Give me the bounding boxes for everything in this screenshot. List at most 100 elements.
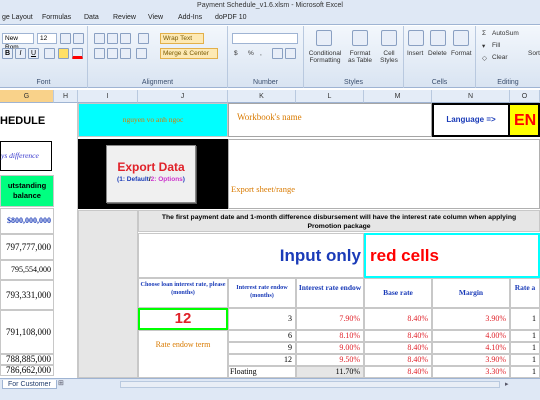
endow-rate-cell[interactable]: 7.90% xyxy=(296,308,364,330)
clear-icon[interactable]: ◇ xyxy=(482,54,487,62)
margin-cell[interactable]: 4.10% xyxy=(432,342,510,354)
column-header-n[interactable]: N xyxy=(432,90,510,103)
format-table-button[interactable]: Format as Table xyxy=(346,50,374,64)
fill-icon[interactable]: ▾ xyxy=(482,42,485,50)
format-button[interactable]: Format xyxy=(451,50,472,57)
font-name-select[interactable]: New Rom xyxy=(2,33,34,51)
rate-cell[interactable]: 1 xyxy=(510,330,540,342)
new-sheet-icon[interactable]: ⊞ xyxy=(58,379,64,387)
bold-icon[interactable]: B xyxy=(2,48,13,59)
margin-cell[interactable]: 3.90% xyxy=(432,308,510,330)
column-header-g[interactable]: G xyxy=(0,90,54,103)
tab-view[interactable]: View xyxy=(148,14,163,21)
format-table-icon[interactable] xyxy=(352,30,368,46)
delete-icon[interactable] xyxy=(430,30,446,46)
margin-cell[interactable]: 4.00% xyxy=(432,330,510,342)
align-right-icon[interactable] xyxy=(120,48,131,59)
balance-cell[interactable]: 793,331,000 xyxy=(0,280,54,310)
align-left-icon[interactable] xyxy=(94,48,105,59)
rate-cell[interactable]: 1 xyxy=(510,354,540,366)
tab-addins[interactable]: Add-Ins xyxy=(178,14,202,21)
worksheet[interactable]: HEDULE ys difference utstanding balance … xyxy=(0,103,540,378)
column-header-h[interactable]: H xyxy=(54,90,78,103)
align-top-icon[interactable] xyxy=(94,33,105,44)
tab-data[interactable]: Data xyxy=(84,14,99,21)
endow-months-cell[interactable]: 3 xyxy=(228,308,296,330)
export-data-button[interactable]: Export Data (1: Default/2: Options) xyxy=(106,145,196,203)
align-bottom-icon[interactable] xyxy=(120,33,131,44)
percent-button[interactable]: % xyxy=(248,50,254,57)
base-rate-cell[interactable]: 8.40% xyxy=(364,330,432,342)
fill-color-icon[interactable] xyxy=(58,48,69,59)
underline-icon[interactable]: U xyxy=(28,48,39,59)
tab-formulas[interactable]: Formulas xyxy=(42,14,71,21)
column-header-l[interactable]: L xyxy=(296,90,364,103)
number-format-select[interactable] xyxy=(232,33,298,44)
rate-cell[interactable]: 1 xyxy=(510,308,540,330)
cell-styles-button[interactable]: Cell Styles xyxy=(378,50,400,64)
sigma-icon[interactable]: Σ xyxy=(482,30,486,37)
comma-button[interactable]: , xyxy=(260,50,262,57)
align-center-icon[interactable] xyxy=(107,48,118,59)
shrink-font-icon[interactable] xyxy=(73,33,84,44)
endow-rate-cell[interactable]: 9.00% xyxy=(296,342,364,354)
column-header-o[interactable]: O xyxy=(510,90,540,103)
font-size-select[interactable]: 12 xyxy=(37,33,57,44)
align-middle-icon[interactable] xyxy=(107,33,118,44)
endow-months-cell[interactable]: 12 xyxy=(228,354,296,366)
font-color-icon[interactable] xyxy=(72,48,83,59)
insert-button[interactable]: Insert xyxy=(407,50,423,57)
choose-term-input[interactable]: 12 xyxy=(138,308,228,330)
balance-cell[interactable]: 795,554,000 xyxy=(0,260,54,280)
fill-button[interactable]: Fill xyxy=(492,42,500,49)
balance-cell[interactable]: 786,662,000 xyxy=(0,365,54,376)
base-rate-cell[interactable]: 8.40% xyxy=(364,354,432,366)
conditional-formatting-button[interactable]: Conditional Formatting xyxy=(306,50,344,64)
grow-font-icon[interactable] xyxy=(60,33,71,44)
base-rate-cell[interactable]: 8.40% xyxy=(364,308,432,330)
sheet-tab-for-customer[interactable]: For Customer xyxy=(2,380,57,389)
horizontal-scrollbar[interactable] xyxy=(120,381,500,388)
format-icon[interactable] xyxy=(453,30,469,46)
endow-months-cell[interactable]: 6 xyxy=(228,330,296,342)
tab-page-layout[interactable]: ge Layout xyxy=(2,14,33,21)
author-name-cell[interactable]: nguyen vo anh ngoc xyxy=(78,103,228,137)
column-header-k[interactable]: K xyxy=(228,90,296,103)
decrease-decimal-icon[interactable] xyxy=(285,48,296,59)
margin-cell[interactable]: 3.30% xyxy=(432,366,510,378)
language-value[interactable]: EN xyxy=(510,103,540,137)
tab-dopdf[interactable]: doPDF 10 xyxy=(215,14,247,21)
scroll-right-icon[interactable]: ▸ xyxy=(505,380,509,388)
margin-cell[interactable]: 3.90% xyxy=(432,354,510,366)
balance-cell[interactable]: 791,108,000 xyxy=(0,310,54,354)
autosum-button[interactable]: AutoSum xyxy=(492,30,519,37)
column-header-m[interactable]: M xyxy=(364,90,432,103)
balance-cell[interactable]: 797,777,000 xyxy=(0,234,54,260)
base-rate-cell[interactable]: 8.40% xyxy=(364,342,432,354)
endow-months-cell[interactable]: Floating xyxy=(228,366,296,378)
balance-cell[interactable]: 788,885,000 xyxy=(0,354,54,365)
orientation-icon[interactable] xyxy=(138,33,149,44)
endow-rate-cell[interactable]: 11.70% xyxy=(296,366,364,378)
sort-button[interactable]: Sort xyxy=(528,50,540,57)
clear-button[interactable]: Clear xyxy=(492,54,508,61)
endow-rate-cell[interactable]: 8.10% xyxy=(296,330,364,342)
increase-decimal-icon[interactable] xyxy=(272,48,283,59)
italic-icon[interactable]: I xyxy=(15,48,26,59)
insert-icon[interactable] xyxy=(408,30,424,46)
merge-center-button[interactable]: Merge & Center xyxy=(160,48,218,59)
endow-months-cell[interactable]: 9 xyxy=(228,342,296,354)
decrease-indent-icon[interactable] xyxy=(136,48,147,59)
conditional-formatting-icon[interactable] xyxy=(316,30,332,46)
column-header-i[interactable]: I xyxy=(78,90,138,103)
endow-rate-cell[interactable]: 9.50% xyxy=(296,354,364,366)
wrap-text-button[interactable]: Wrap Text xyxy=(160,33,204,44)
rate-cell[interactable]: 1 xyxy=(510,342,540,354)
currency-button[interactable]: $ xyxy=(234,50,238,57)
balance-cell[interactable]: $800,000,000 xyxy=(0,208,54,234)
cell-styles-icon[interactable] xyxy=(381,30,397,46)
delete-button[interactable]: Delete xyxy=(428,50,447,57)
tab-review[interactable]: Review xyxy=(113,14,136,21)
rate-cell[interactable]: 1 xyxy=(510,366,540,378)
column-header-j[interactable]: J xyxy=(138,90,228,103)
